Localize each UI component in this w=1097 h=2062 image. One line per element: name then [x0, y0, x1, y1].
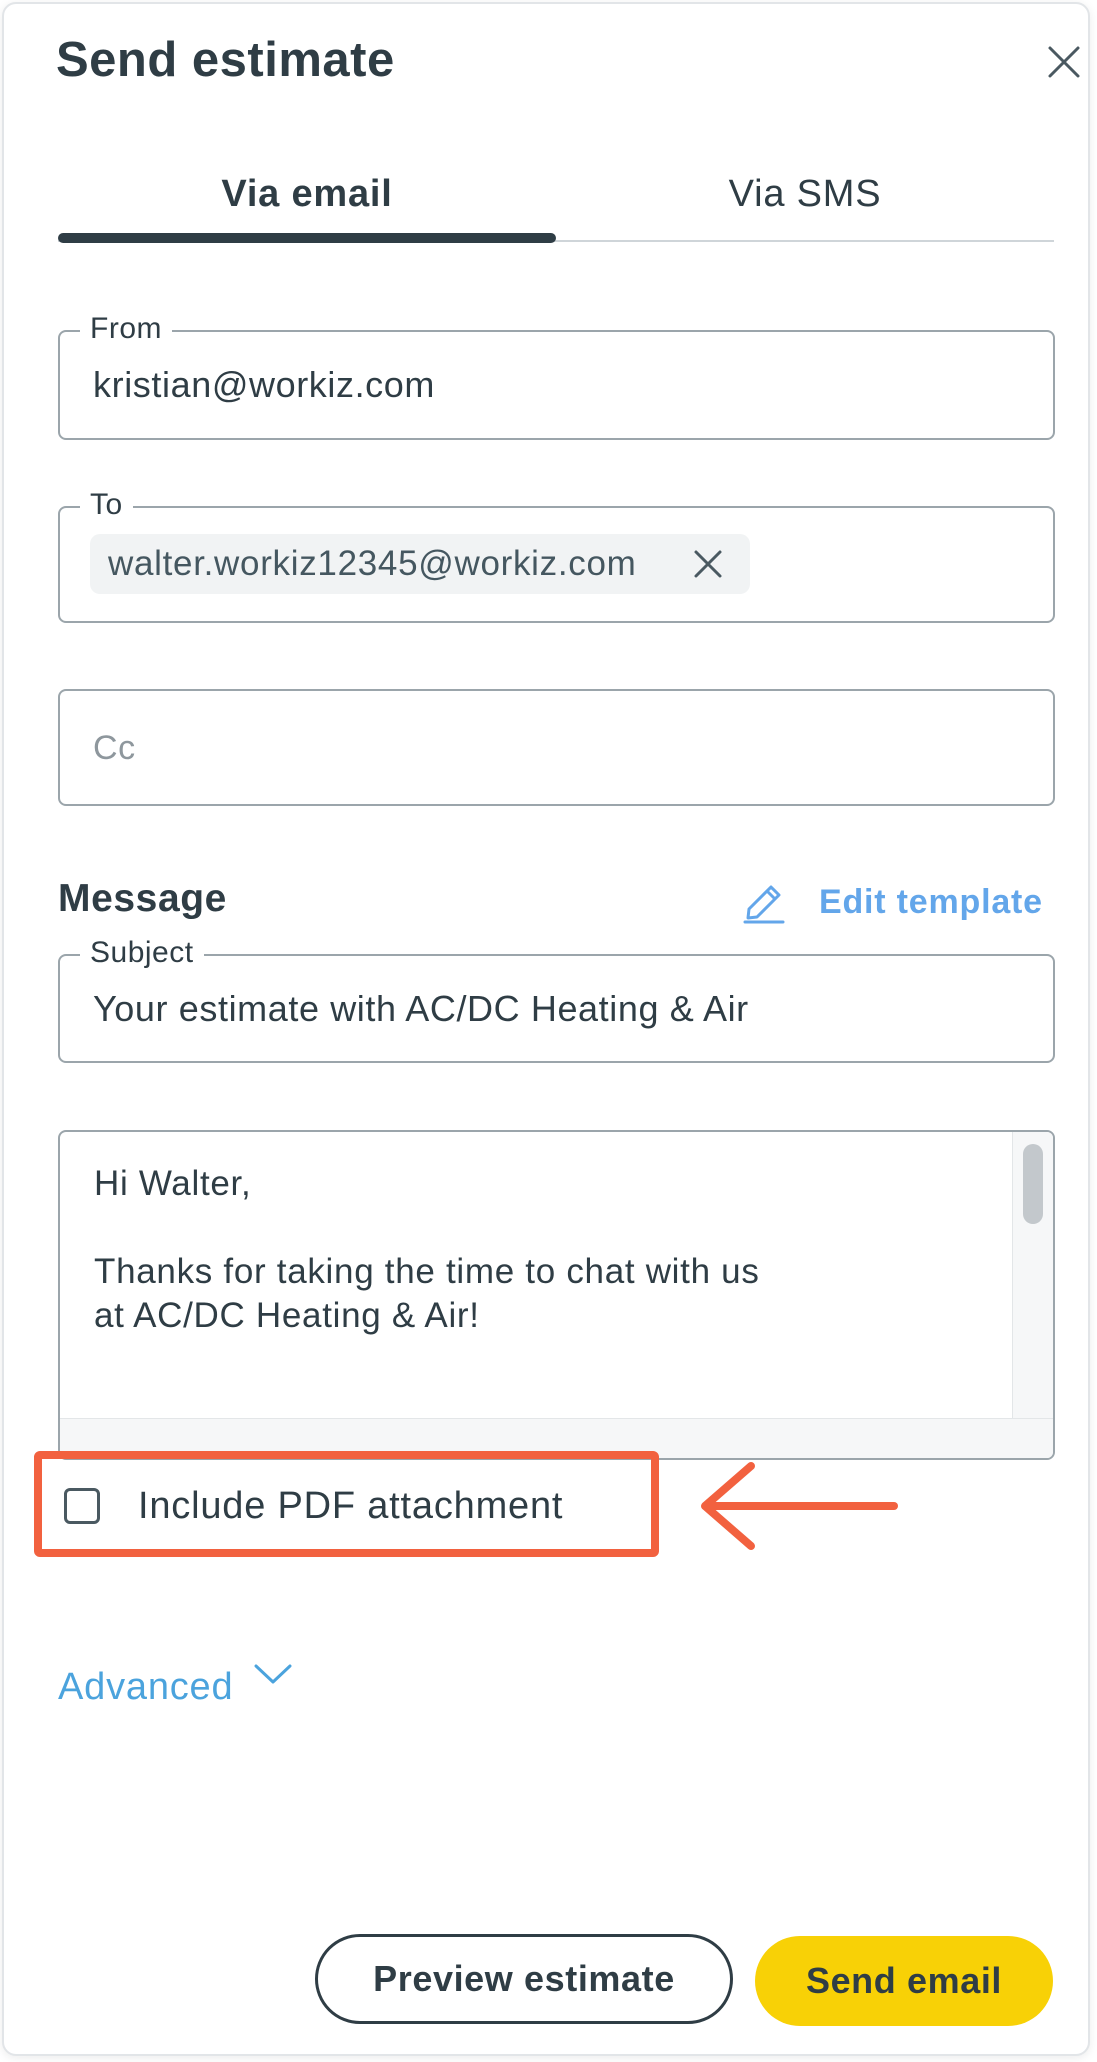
pencil-icon [743, 885, 785, 924]
close-icon [694, 550, 722, 578]
tab-via-email[interactable]: Via email [58, 144, 556, 244]
cc-field [58, 689, 1055, 806]
from-value: kristian@workiz.com [93, 364, 435, 405]
tab-via-sms[interactable]: Via SMS [556, 144, 1054, 244]
preview-estimate-button[interactable]: Preview estimate [315, 1934, 733, 2024]
message-section-title: Message [58, 877, 227, 920]
from-label: From [80, 312, 172, 346]
chevron-down-icon [254, 1664, 292, 1684]
subject-label: Subject [80, 936, 204, 970]
recipient-email: walter.workiz12345@workiz.com [108, 544, 637, 583]
subject-value: Your estimate with AC/DC Heating & Air [93, 988, 749, 1029]
include-pdf-checkbox[interactable] [64, 1488, 100, 1524]
close-button[interactable] [1044, 42, 1084, 82]
arrow-left-icon [701, 1462, 898, 1550]
message-body-editor[interactable]: Hi Walter, Thanks for taking the time to… [58, 1130, 1055, 1460]
page: Send estimate Via email Via SMS From kri… [0, 0, 1097, 2062]
message-body-line: at AC/DC Heating & Air! [94, 1296, 480, 1335]
message-body-line: Hi Walter, [94, 1164, 252, 1203]
from-field[interactable]: From kristian@workiz.com [58, 312, 1055, 440]
subject-field[interactable]: Subject Your estimate with AC/DC Heating… [58, 936, 1055, 1063]
include-pdf-option[interactable]: Include PDF attachment [64, 1481, 563, 1531]
message-body-line [94, 1206, 994, 1250]
channel-tabs: Via email Via SMS [58, 144, 1054, 244]
message-body-line: Thanks for taking the time to chat with … [94, 1252, 760, 1291]
remove-recipient-button[interactable] [690, 546, 726, 582]
include-pdf-label: Include PDF attachment [138, 1484, 564, 1527]
vertical-scrollbar-thumb[interactable] [1023, 1144, 1043, 1224]
send-email-button[interactable]: Send email [755, 1936, 1053, 2026]
to-label: To [80, 488, 133, 522]
active-tab-indicator [58, 233, 556, 243]
edit-template-label: Edit template [819, 882, 1043, 921]
edit-template-link[interactable]: Edit template [741, 877, 1043, 927]
send-estimate-dialog: Send estimate Via email Via SMS From kri… [2, 2, 1090, 2056]
to-field[interactable]: To walter.workiz12345@workiz.com [58, 488, 1055, 623]
message-body-text: Hi Walter, Thanks for taking the time to… [94, 1162, 994, 1338]
recipient-chip: walter.workiz12345@workiz.com [90, 534, 750, 594]
dialog-title: Send estimate [56, 33, 395, 87]
close-icon [1048, 46, 1080, 78]
advanced-toggle[interactable]: Advanced [58, 1660, 295, 1720]
cc-input[interactable] [93, 725, 993, 771]
advanced-label: Advanced [58, 1666, 234, 1708]
